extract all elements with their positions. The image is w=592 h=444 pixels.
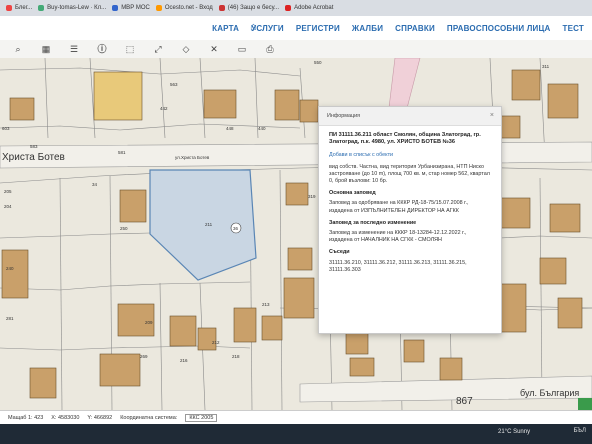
layers-icon[interactable]: ☰ [64,42,84,56]
parcel-number: 550 [314,60,322,65]
last-change-text: Заповед за изменение на КККР 18-13284-12… [329,230,467,244]
parcel-number: 311 [542,64,550,69]
bookmark-item[interactable]: Блег... [6,5,32,11]
measure-icon[interactable]: ◇ [176,42,196,56]
bookmark-item[interactable]: Adobe Acrobat [285,5,333,11]
side-tab[interactable] [578,398,592,410]
nav-item-complaints[interactable]: ЖАЛБИ [352,24,383,33]
info-panel: Информация × ПИ 31111.36.211 област Смол… [318,106,502,334]
parcel-number: 269 [140,354,148,359]
parcel-number: 442 [160,106,168,111]
info-icon[interactable]: ⓘ [92,42,112,56]
pan-icon[interactable]: ⤢ [148,42,168,56]
y-coordinate: Y: 466892 [87,415,113,421]
bookmark-icon [218,5,225,11]
cadastral-map[interactable]: Христа Ботев ул.Христа Ботев бул. Българ… [0,58,592,410]
parcel-number: 319 [308,194,316,199]
nav-item-test[interactable]: ТЕСТ [563,24,585,33]
map-canvas: Христа Ботев ул.Христа Ботев бул. Българ… [0,58,592,410]
parcel-number: 204 [4,204,12,209]
bookmark-item[interactable]: (46) Защо е бесу... [218,5,279,11]
road-number: 867 [456,396,473,407]
scale-label: Мащаб 1: 423 [8,415,44,421]
section-title: Заповед за последно изменение [329,219,417,226]
print-icon[interactable]: ⎙ [260,42,280,56]
parcel-number: 581 [118,150,126,155]
parcel-identifier: ПИ 31111.36.211 област Смолян, община Зл… [329,132,481,146]
parcel-number: 563 [170,82,178,87]
parcel-number: 212 [212,340,220,345]
grid-icon[interactable]: ▦ [36,42,56,56]
os-taskbar: 21°C Sunny БЪЛ [0,424,592,444]
language-indicator[interactable]: БЪЛ [574,428,586,434]
bookmark-item[interactable]: Ocesto.net - Вход [155,5,213,11]
site-nav: ⌂ КАРТА УСЛУГИ РЕГИСТРИ ЖАЛБИ СПРАВКИ ПР… [0,16,592,41]
crs-select[interactable]: ККС 2005 [185,414,218,422]
parcel-number: 205 [4,189,12,194]
parcel-number: 34 [92,182,98,187]
x-coordinate: X: 4583030 [51,415,80,421]
nav-item-map[interactable]: КАРТА [212,24,239,33]
parcel-number: 250 [120,226,128,231]
parcel-number: 218 [232,354,240,359]
parcel-description: вид собств. Частна, вид територия Урбани… [329,163,490,185]
base-order-text: Заповед за одобряване на КККР РД-18-75/1… [329,200,469,214]
section-title: Съседи [329,249,350,256]
nav-item-licensed[interactable]: ПРАВОСПОСОБНИ ЛИЦА [447,24,551,33]
bookmarks-bar: Блег... Buy-tomas-Lew · Кл... МВР МОС Oc… [0,0,592,16]
add-to-list-link[interactable]: Добави в списък с обекти [329,152,491,159]
parcel-number: 603 [2,126,10,131]
nav-item-registers[interactable]: РЕГИСТРИ [296,24,340,33]
street-label-bottom: бул. България [520,388,579,398]
panel-body: ПИ 31111.36.211 област Смолян, община Зл… [319,126,501,284]
map-status-bar: Мащаб 1: 423 X: 4583030 Y: 466892 Коорди… [0,410,592,425]
street-label: Христа Ботев [2,152,65,163]
zoom-box-icon[interactable]: ⬚ [120,42,140,56]
parcel-number: 448 [226,126,234,131]
parcel-number: 583 [30,144,38,149]
bookmark-icon [285,5,292,11]
parcel-number: 36 [233,226,239,231]
bookmark-item[interactable]: Buy-tomas-Lew · Кл... [38,5,106,11]
parcel-number: 240 [6,266,14,271]
panel-title: Информация [327,113,361,119]
section-title: Основна заповед [329,190,376,197]
screen-icon[interactable]: ▭ [232,42,252,56]
crs-label: Координатна система: [120,415,178,421]
parcel-number: 216 [180,358,188,363]
parcel-number: 211 [205,222,213,227]
clear-icon[interactable]: ✕ [204,42,224,56]
bookmark-item[interactable]: МВР МОС [112,5,150,11]
bookmark-icon [38,5,45,11]
parcel-number: 281 [6,316,14,321]
bookmark-icon [112,5,119,11]
map-toolbar: ⌕ ▦ ☰ ⓘ ⬚ ⤢ ◇ ✕ ▭ ⎙ [0,40,592,59]
bookmark-icon [6,5,12,11]
neighbors-list: 31111.36.210, 31111.36.212, 31111.36.213… [329,259,467,273]
parcel-number: 440 [258,126,266,131]
bookmark-icon [155,5,162,11]
street-label-small: ул.Христа Ботев [175,155,210,160]
weather-widget[interactable]: 21°C Sunny [498,429,530,435]
parcel-number: 213 [262,302,270,307]
nav-item-reports[interactable]: СПРАВКИ [395,24,435,33]
close-icon[interactable]: × [490,112,494,119]
parcel-number: 209 [145,320,153,325]
panel-header: Информация × [319,107,501,126]
nav-item-services[interactable]: УСЛУГИ [251,24,284,33]
search-icon[interactable]: ⌕ [8,42,28,56]
